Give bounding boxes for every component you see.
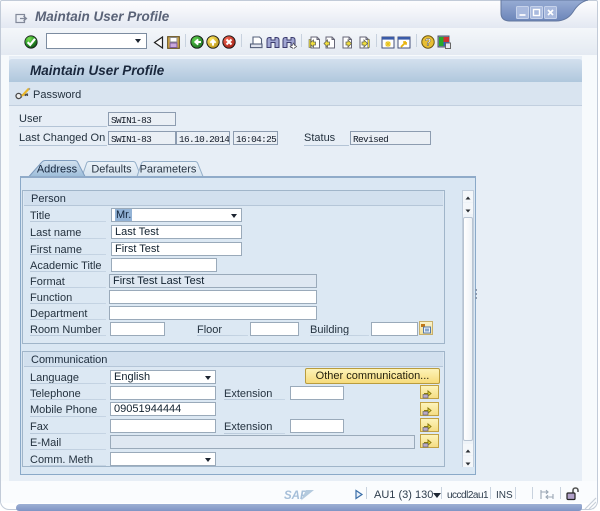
svg-text:?: ? [425,38,431,49]
svg-text:Address: Address [37,164,78,176]
svg-text:Parameters: Parameters [140,164,197,176]
svg-text:Defaults: Defaults [91,164,132,176]
